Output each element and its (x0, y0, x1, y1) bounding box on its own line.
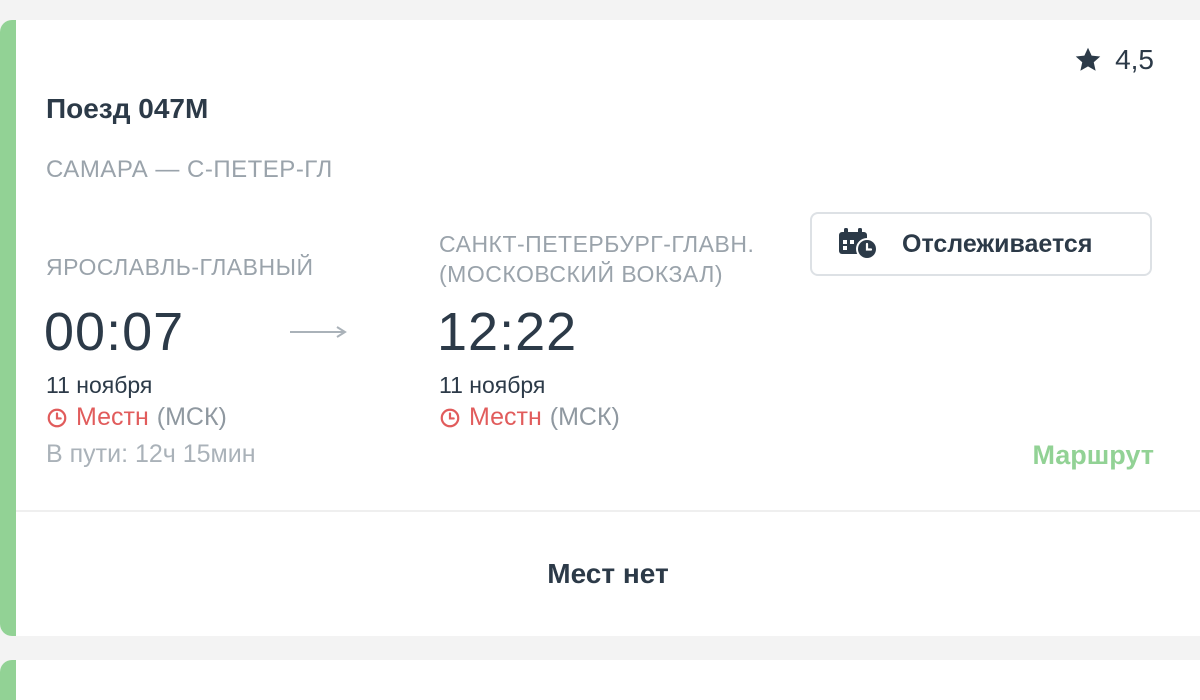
clock-icon (440, 408, 460, 427)
star-icon (1075, 47, 1101, 71)
card-accent-bar (0, 660, 16, 700)
train-route: САМАРА — С-ПЕТЕР-ГЛ (46, 156, 333, 183)
tracking-button-label: Отслеживается (902, 229, 1093, 258)
next-train-card (0, 660, 1200, 700)
departure-tz-msk: (МСК) (156, 403, 227, 431)
card-accent-bar (0, 20, 16, 636)
arrival-station: САНКТ-ПЕТЕРБУРГ-ГЛАВН. (МОСКОВСКИЙ ВОКЗА… (439, 229, 754, 289)
seats-status[interactable]: Мест нет (16, 558, 1200, 590)
train-title: Поезд 047М (46, 93, 209, 124)
travel-duration: В пути: 12ч 15мин (46, 440, 256, 468)
arrival-tz-msk: (МСК) (549, 403, 620, 431)
divider (16, 510, 1200, 512)
departure-time: 00:07 (44, 302, 185, 362)
departure-station: ЯРОСЛАВЛЬ-ГЛАВНЫЙ (46, 254, 314, 280)
arrival-time: 12:22 (437, 302, 578, 362)
train-card: 4,5 Поезд 047М САМАРА — С-ПЕТЕР-ГЛ ЯРОСЛ… (0, 20, 1200, 636)
arrival-station-line2: (МОСКОВСКИЙ ВОКЗАЛ) (439, 261, 723, 287)
departure-timezone: Местн (МСК) (46, 403, 227, 432)
arrow-right-icon (290, 326, 347, 338)
tracking-button[interactable]: Отслеживается (810, 212, 1152, 276)
clock-icon (47, 408, 67, 427)
departure-date: 11 ноября (46, 372, 153, 398)
arrival-timezone: Местн (МСК) (439, 403, 620, 432)
arrival-tz-local: Местн (469, 403, 542, 431)
rating: 4,5 (1073, 44, 1154, 76)
arrival-date: 11 ноября (439, 372, 546, 398)
route-link[interactable]: Маршрут (1032, 440, 1154, 471)
rating-value: 4,5 (1115, 44, 1154, 75)
departure-tz-local: Местн (76, 403, 149, 431)
arrival-station-line1: САНКТ-ПЕТЕРБУРГ-ГЛАВН. (439, 231, 755, 257)
calendar-clock-icon (839, 228, 878, 260)
